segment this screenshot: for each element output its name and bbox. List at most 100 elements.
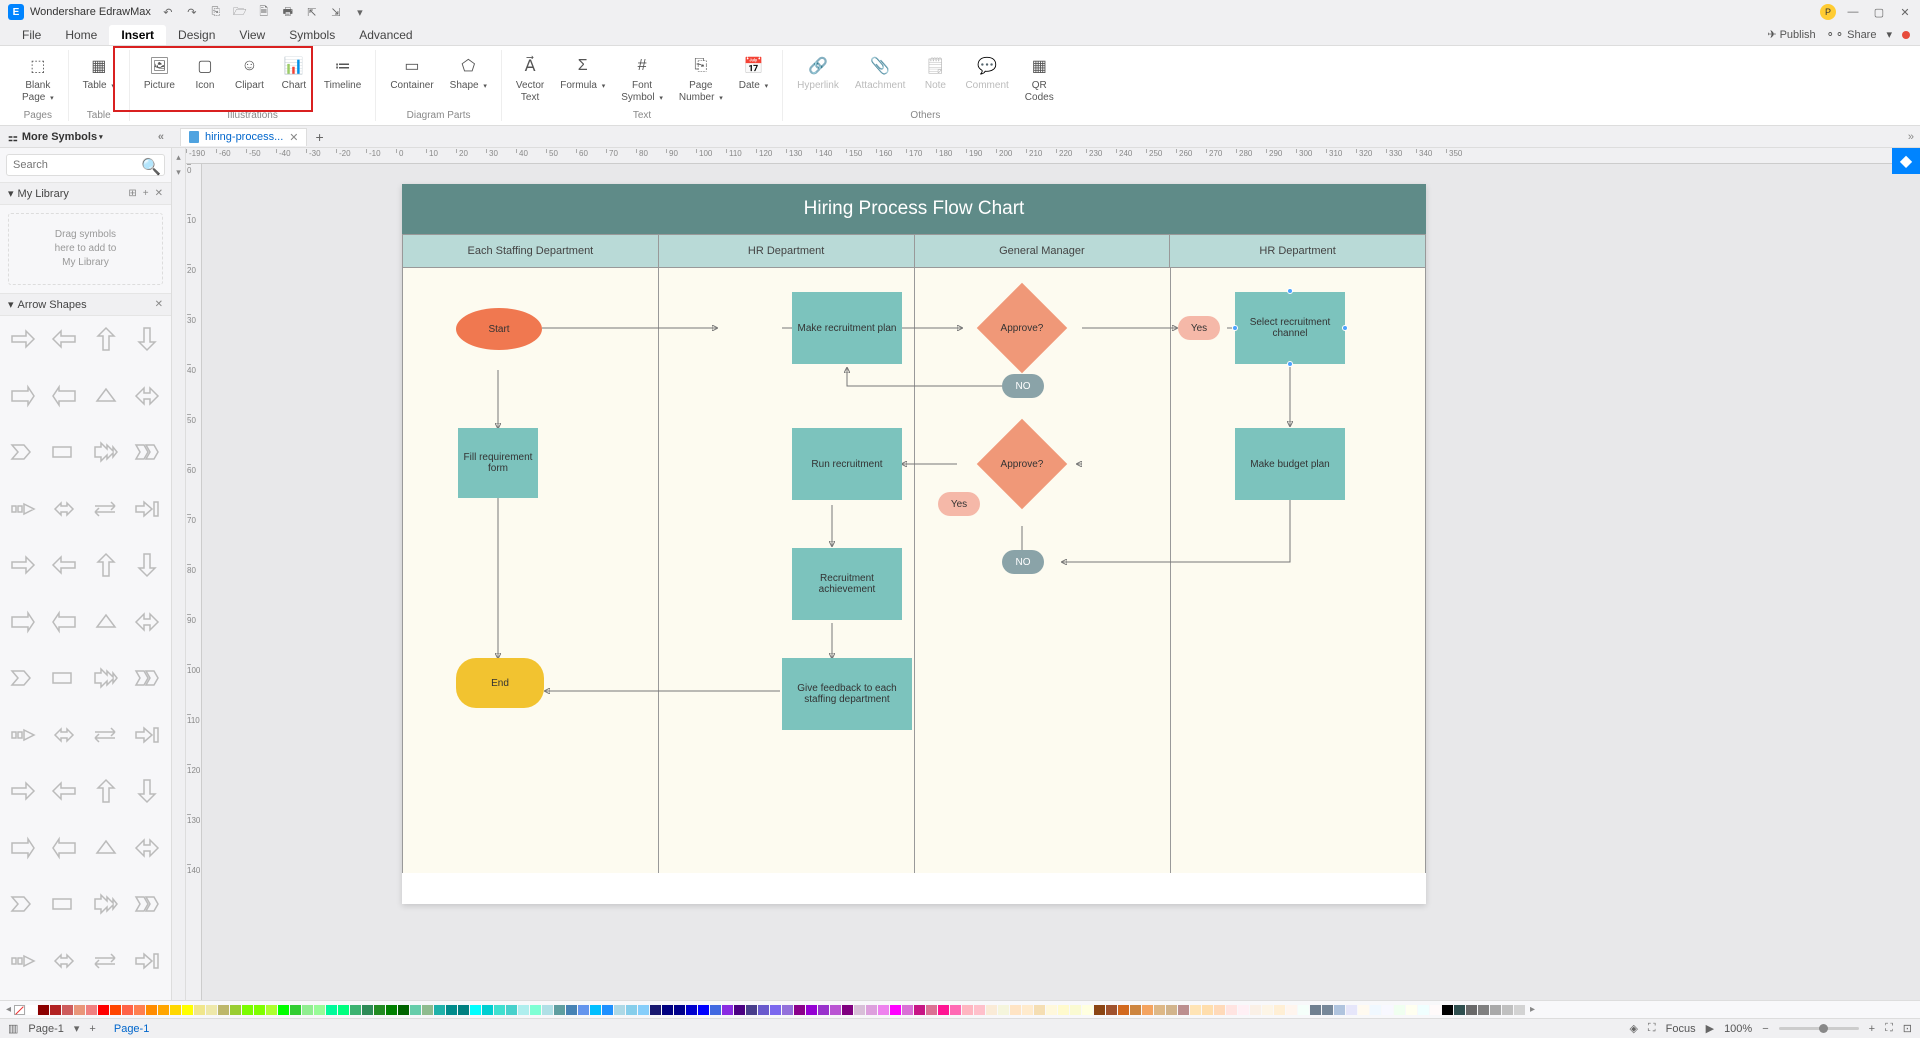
color-swatch[interactable] <box>962 1005 973 1015</box>
color-swatch[interactable] <box>1502 1005 1513 1015</box>
publish-button[interactable]: ✈Publish <box>1767 28 1815 41</box>
color-swatch[interactable] <box>974 1005 985 1015</box>
arrow-shape-18[interactable] <box>89 548 123 582</box>
layers-icon[interactable]: ◈ <box>1629 1022 1637 1035</box>
arrow-shape-26[interactable] <box>89 661 123 695</box>
color-swatch[interactable] <box>1406 1005 1417 1015</box>
redo-icon[interactable]: ↷ <box>185 5 199 19</box>
color-swatch[interactable] <box>398 1005 409 1015</box>
lane-header-3[interactable]: General Manager <box>915 234 1171 268</box>
color-swatch[interactable] <box>350 1005 361 1015</box>
arrow-shape-29[interactable] <box>47 718 81 752</box>
lane-header-4[interactable]: HR Department <box>1170 234 1426 268</box>
color-swatch[interactable] <box>782 1005 793 1015</box>
color-swatch[interactable] <box>326 1005 337 1015</box>
arrow-shape-15[interactable] <box>130 492 164 526</box>
color-swatch[interactable] <box>1394 1005 1405 1015</box>
shape-make-plan[interactable]: Make recruitment plan <box>792 292 902 364</box>
color-swatch[interactable] <box>674 1005 685 1015</box>
color-swatch[interactable] <box>1298 1005 1309 1015</box>
selection-handle[interactable] <box>1287 288 1293 294</box>
color-swatch[interactable] <box>998 1005 1009 1015</box>
arrow-shape-38[interactable] <box>89 831 123 865</box>
color-swatch[interactable] <box>662 1005 673 1015</box>
color-swatch[interactable] <box>374 1005 385 1015</box>
color-swatch[interactable] <box>710 1005 721 1015</box>
scroll-down-icon[interactable]: ▾ <box>176 167 181 178</box>
save-icon[interactable]: 🗎 <box>257 5 271 19</box>
arrow-shape-42[interactable] <box>89 887 123 921</box>
user-avatar[interactable]: P <box>1820 4 1836 20</box>
color-swatch[interactable] <box>86 1005 97 1015</box>
ribbon-font-symbol[interactable]: #FontSymbol ▾ <box>613 54 671 106</box>
arrow-shape-24[interactable] <box>6 661 40 695</box>
arrow-shape-11[interactable] <box>130 435 164 469</box>
ribbon-clipart[interactable]: ☺Clipart <box>227 54 272 94</box>
close-tab-icon[interactable]: ✕ <box>289 131 298 144</box>
arrow-shape-5[interactable] <box>47 379 81 413</box>
arrow-shape-33[interactable] <box>47 774 81 808</box>
my-library-header[interactable]: ▾ My Library ⊞ + ✕ <box>0 182 171 205</box>
ribbon-chart[interactable]: 📊Chart <box>272 54 316 94</box>
shape-select-channel[interactable]: Select recruitment channel <box>1235 292 1345 364</box>
color-swatch[interactable] <box>854 1005 865 1015</box>
arrow-shape-43[interactable] <box>130 887 164 921</box>
ribbon-qr-codes[interactable]: ▦QRCodes <box>1017 54 1062 106</box>
color-swatch[interactable] <box>446 1005 457 1015</box>
section-close-icon[interactable]: ✕ <box>155 299 163 310</box>
color-swatch[interactable] <box>1034 1005 1045 1015</box>
arrow-shape-19[interactable] <box>130 548 164 582</box>
shape-end[interactable]: End <box>456 658 544 708</box>
fit-page-icon[interactable]: ⛶ <box>1885 1022 1893 1035</box>
arrow-shape-21[interactable] <box>47 605 81 639</box>
color-swatch[interactable] <box>842 1005 853 1015</box>
color-swatch[interactable] <box>302 1005 313 1015</box>
horizontal-ruler[interactable]: -190-60-50-40-30-20-10010203040506070809… <box>186 148 1920 164</box>
document-tab[interactable]: hiring-process... ✕ <box>180 128 307 146</box>
label-no-2[interactable]: NO <box>1002 550 1044 574</box>
arrow-shape-37[interactable] <box>47 831 81 865</box>
label-yes-2[interactable]: Yes <box>938 492 980 516</box>
color-swatch[interactable] <box>1322 1005 1333 1015</box>
color-swatch[interactable] <box>254 1005 265 1015</box>
color-swatch[interactable] <box>458 1005 469 1015</box>
color-swatch[interactable] <box>650 1005 661 1015</box>
color-swatch[interactable] <box>482 1005 493 1015</box>
color-swatch[interactable] <box>614 1005 625 1015</box>
color-swatch[interactable] <box>1190 1005 1201 1015</box>
color-swatch[interactable] <box>914 1005 925 1015</box>
color-swatch[interactable] <box>626 1005 637 1015</box>
menu-view[interactable]: View <box>227 25 277 45</box>
color-swatch[interactable] <box>1046 1005 1057 1015</box>
library-grid-icon[interactable]: ⊞ <box>128 188 136 199</box>
color-swatch[interactable] <box>158 1005 169 1015</box>
color-swatch[interactable] <box>386 1005 397 1015</box>
color-swatch[interactable] <box>1094 1005 1105 1015</box>
arrow-shape-41[interactable] <box>47 887 81 921</box>
color-swatch[interactable] <box>902 1005 913 1015</box>
color-swatch[interactable] <box>230 1005 241 1015</box>
canvas-page[interactable]: Hiring Process Flow Chart Each Staffing … <box>402 184 1426 904</box>
color-swatch[interactable] <box>1262 1005 1273 1015</box>
my-library-dropzone[interactable]: Drag symbols here to add to My Library <box>8 213 163 285</box>
page-tab[interactable]: Page-1 <box>106 1021 157 1037</box>
color-swatch[interactable] <box>110 1005 121 1015</box>
color-swatch[interactable] <box>1478 1005 1489 1015</box>
color-swatch[interactable] <box>566 1005 577 1015</box>
color-swatch[interactable] <box>1442 1005 1453 1015</box>
add-tab-button[interactable]: + <box>307 129 331 145</box>
color-swatch[interactable] <box>734 1005 745 1015</box>
arrow-shape-4[interactable] <box>6 379 40 413</box>
color-swatch[interactable] <box>1430 1005 1441 1015</box>
zoom-slider[interactable] <box>1779 1027 1859 1030</box>
shape-start[interactable]: Start <box>456 308 542 350</box>
arrow-shape-40[interactable] <box>6 887 40 921</box>
color-swatch[interactable] <box>1418 1005 1429 1015</box>
color-swatch[interactable] <box>1214 1005 1225 1015</box>
zoom-slider-thumb[interactable] <box>1819 1024 1828 1033</box>
arrow-shape-32[interactable] <box>6 774 40 808</box>
zoom-in-icon[interactable]: + <box>1869 1023 1875 1035</box>
color-swatch[interactable] <box>410 1005 421 1015</box>
arrow-shape-23[interactable] <box>130 605 164 639</box>
color-swatch[interactable] <box>242 1005 253 1015</box>
